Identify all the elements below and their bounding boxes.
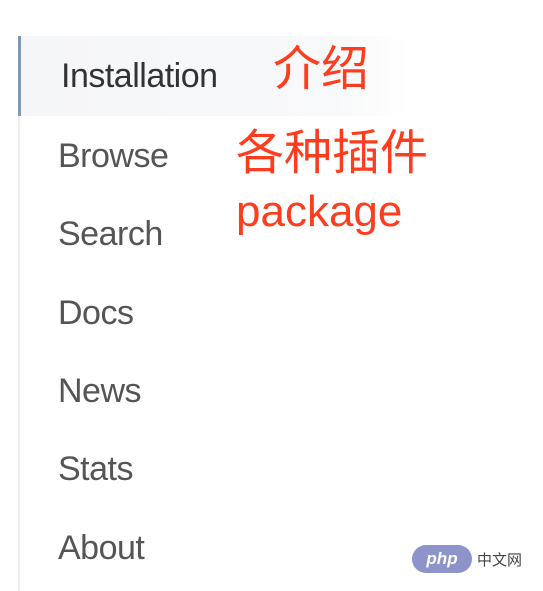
sidebar-item-news[interactable]: News	[20, 351, 142, 431]
sidebar-item-search[interactable]: Search	[20, 194, 163, 274]
watermark-site-text: 中文网	[477, 551, 523, 569]
sidebar-nav: Installation Browse Search Docs News Sta…	[18, 36, 452, 591]
php-logo-icon: php	[412, 545, 472, 573]
annotation-package: package	[236, 187, 403, 236]
annotation-intro: 介绍	[273, 43, 370, 96]
page: Installation Browse Search Docs News Sta…	[0, 0, 543, 591]
sidebar-item-docs[interactable]: Docs	[20, 273, 134, 353]
watermark: php 中文网	[412, 544, 540, 574]
sidebar-item-about[interactable]: About	[20, 508, 145, 588]
sidebar-item-stats[interactable]: Stats	[20, 429, 133, 509]
annotation-plugins: 各种插件	[236, 127, 429, 180]
sidebar-item-browse[interactable]: Browse	[20, 116, 169, 196]
